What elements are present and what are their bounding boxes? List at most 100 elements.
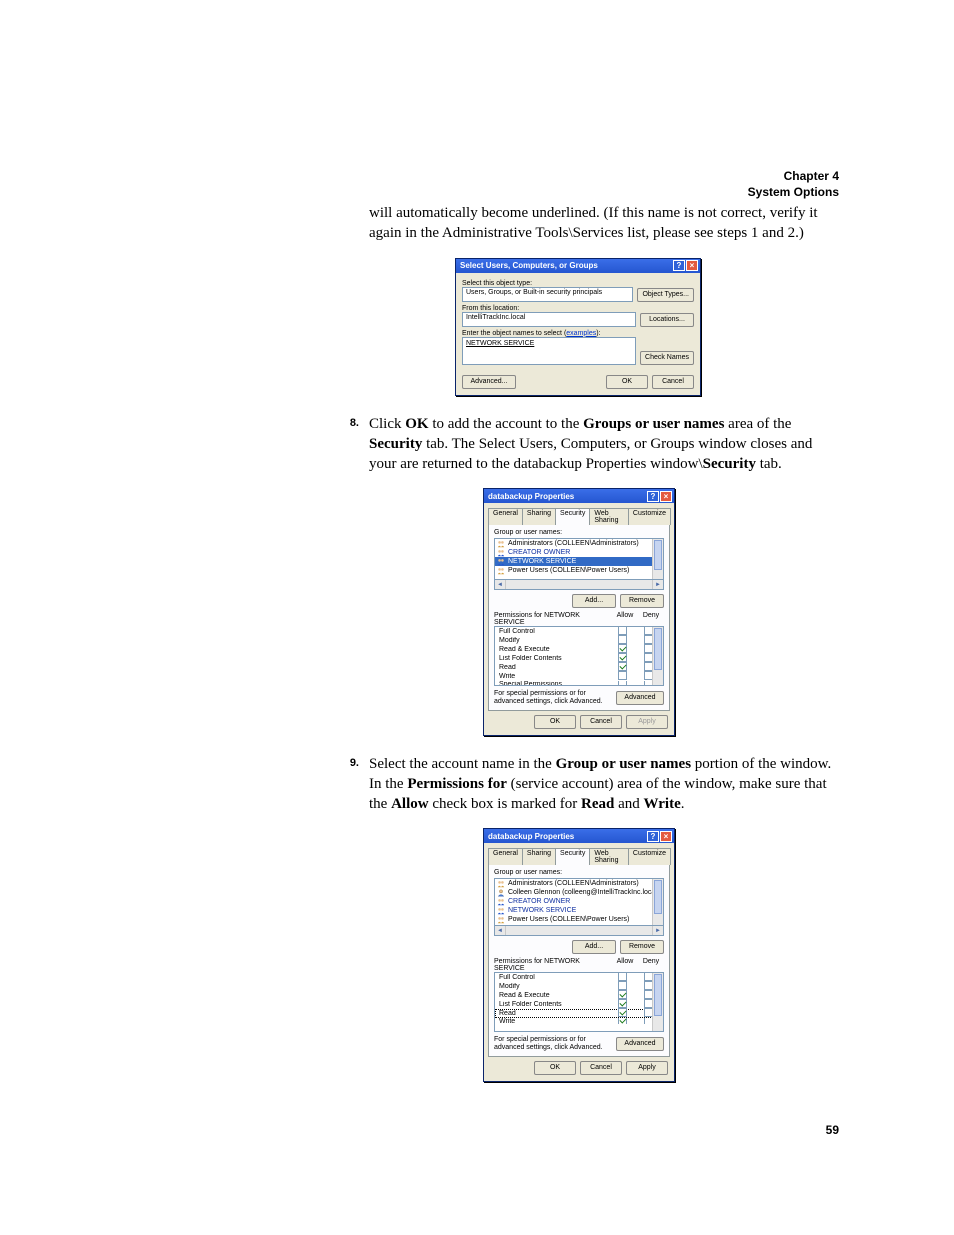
h-scrollbar[interactable]: ◄►: [494, 580, 664, 590]
remove-button[interactable]: Remove: [620, 594, 664, 608]
tab-strip: GeneralSharingSecurityWeb SharingCustomi…: [484, 503, 674, 524]
advanced-button[interactable]: Advanced: [616, 1037, 664, 1051]
close-icon[interactable]: ×: [660, 491, 672, 502]
permission-name: Write: [499, 1018, 609, 1024]
ok-button[interactable]: OK: [534, 1061, 576, 1075]
scroll-thumb[interactable]: [654, 540, 662, 570]
scroll-thumb[interactable]: [654, 880, 662, 914]
allow-checkbox[interactable]: [618, 626, 627, 635]
add-button[interactable]: Add...: [572, 594, 616, 608]
select-users-dialog: Select Users, Computers, or Groups ? × S…: [455, 258, 701, 396]
tab-web-sharing[interactable]: Web Sharing: [589, 508, 629, 525]
scrollbar[interactable]: [652, 627, 663, 685]
user-list-item[interactable]: NETWORK SERVICE: [495, 557, 663, 566]
tab-sharing[interactable]: Sharing: [522, 508, 556, 525]
permissions-listbox[interactable]: Full ControlModifyRead & ExecuteList Fol…: [494, 972, 664, 1032]
user-list-item[interactable]: Power Users (COLLEEN\Power Users): [495, 915, 663, 924]
check-names-button[interactable]: Check Names: [640, 351, 694, 365]
section-label: System Options: [748, 184, 839, 200]
allow-checkbox[interactable]: [618, 1018, 627, 1024]
user-list-item[interactable]: CREATOR OWNER: [495, 548, 663, 557]
user-list-item[interactable]: CREATOR OWNER: [495, 897, 663, 906]
scrollbar[interactable]: [652, 539, 663, 579]
titlebar[interactable]: Select Users, Computers, or Groups ? ×: [456, 259, 700, 273]
cancel-button[interactable]: Cancel: [652, 375, 694, 389]
tab-panel-security: Group or user names:Administrators (COLL…: [488, 524, 670, 710]
cancel-button[interactable]: Cancel: [580, 715, 622, 729]
names-post: ):: [596, 330, 600, 337]
tab-customize[interactable]: Customize: [628, 848, 671, 865]
cancel-button[interactable]: Cancel: [580, 1061, 622, 1075]
allow-checkbox[interactable]: [618, 644, 627, 653]
title-text: Select Users, Computers, or Groups: [460, 261, 598, 270]
scrollbar[interactable]: [652, 973, 663, 1031]
user-list-item[interactable]: Administrators (COLLEEN\Administrators): [495, 879, 663, 888]
tab-security[interactable]: Security: [555, 508, 590, 525]
group-icon: [497, 916, 505, 924]
allow-checkbox[interactable]: [618, 662, 627, 671]
tab-customize[interactable]: Customize: [628, 508, 671, 525]
help-icon[interactable]: ?: [647, 831, 659, 842]
titlebar[interactable]: databackup Properties?×: [484, 489, 674, 503]
h-scrollbar[interactable]: ◄►: [494, 926, 664, 936]
close-icon[interactable]: ×: [660, 831, 672, 842]
allow-checkbox[interactable]: [618, 972, 627, 981]
intro-paragraph: will automatically become underlined. (I…: [369, 203, 839, 244]
examples-link[interactable]: examples: [566, 330, 596, 337]
permission-name: List Folder Contents: [499, 655, 609, 662]
scroll-left-icon[interactable]: ◄: [495, 580, 506, 589]
object-type-field: Users, Groups, or Built-in security prin…: [462, 287, 633, 302]
scroll-right-icon[interactable]: ►: [652, 926, 663, 935]
user-label: Administrators (COLLEEN\Administrators): [508, 880, 639, 887]
tab-security[interactable]: Security: [555, 848, 590, 865]
users-listbox[interactable]: Administrators (COLLEEN\Administrators)C…: [494, 538, 664, 580]
titlebar[interactable]: databackup Properties?×: [484, 829, 674, 843]
permission-row[interactable]: Write: [495, 672, 663, 681]
scrollbar[interactable]: [652, 879, 663, 925]
allow-checkbox[interactable]: [618, 653, 627, 662]
help-icon[interactable]: ?: [673, 260, 685, 271]
tab-general[interactable]: General: [488, 508, 523, 525]
tab-general[interactable]: General: [488, 848, 523, 865]
advanced-button[interactable]: Advanced: [616, 691, 664, 705]
permission-row[interactable]: Read: [495, 1009, 663, 1018]
allow-checkbox[interactable]: [618, 671, 627, 680]
user-list-item[interactable]: Administrators (COLLEEN\Administrators): [495, 539, 663, 548]
tab-web-sharing[interactable]: Web Sharing: [589, 848, 629, 865]
allow-checkbox[interactable]: [618, 681, 627, 686]
add-button[interactable]: Add...: [572, 940, 616, 954]
scroll-thumb[interactable]: [654, 628, 662, 670]
scroll-thumb[interactable]: [654, 974, 662, 1016]
object-names-input[interactable]: NETWORK SERVICE: [462, 337, 636, 365]
object-type-label: Select this object type:: [462, 280, 694, 287]
allow-checkbox[interactable]: [618, 1008, 627, 1017]
scroll-left-icon[interactable]: ◄: [495, 926, 506, 935]
user-list-item[interactable]: Power Users (COLLEEN\Power Users): [495, 566, 663, 575]
ok-button[interactable]: OK: [534, 715, 576, 729]
user-list-item[interactable]: Colleen Glennon (colleeng@IntelliTrackIn…: [495, 888, 663, 897]
step-8-body: Click OK to add the account to the Group…: [369, 414, 839, 475]
users-listbox[interactable]: Administrators (COLLEEN\Administrators)C…: [494, 878, 664, 926]
group-icon: [497, 898, 505, 906]
scroll-right-icon[interactable]: ►: [652, 580, 663, 589]
locations-button[interactable]: Locations...: [640, 313, 694, 327]
remove-button[interactable]: Remove: [620, 940, 664, 954]
allow-checkbox[interactable]: [618, 990, 627, 999]
close-icon[interactable]: ×: [686, 260, 698, 271]
help-icon[interactable]: ?: [647, 491, 659, 502]
permission-name: Read & Execute: [499, 646, 609, 653]
user-list-item[interactable]: NETWORK SERVICE: [495, 906, 663, 915]
tab-sharing[interactable]: Sharing: [522, 848, 556, 865]
permission-row[interactable]: Special Permissions: [495, 681, 663, 686]
permission-row[interactable]: Write: [495, 1018, 663, 1024]
allow-checkbox[interactable]: [618, 635, 627, 644]
apply-button[interactable]: Apply: [626, 1061, 668, 1075]
allow-checkbox[interactable]: [618, 999, 627, 1008]
object-types-button[interactable]: Object Types...: [637, 288, 694, 302]
advanced-button[interactable]: Advanced...: [462, 375, 516, 389]
user-label: Power Users (COLLEEN\Power Users): [508, 567, 629, 574]
user-label: Administrators (COLLEEN\Administrators): [508, 540, 639, 547]
ok-button[interactable]: OK: [606, 375, 648, 389]
permissions-listbox[interactable]: Full ControlModifyRead & ExecuteList Fol…: [494, 626, 664, 686]
allow-checkbox[interactable]: [618, 981, 627, 990]
